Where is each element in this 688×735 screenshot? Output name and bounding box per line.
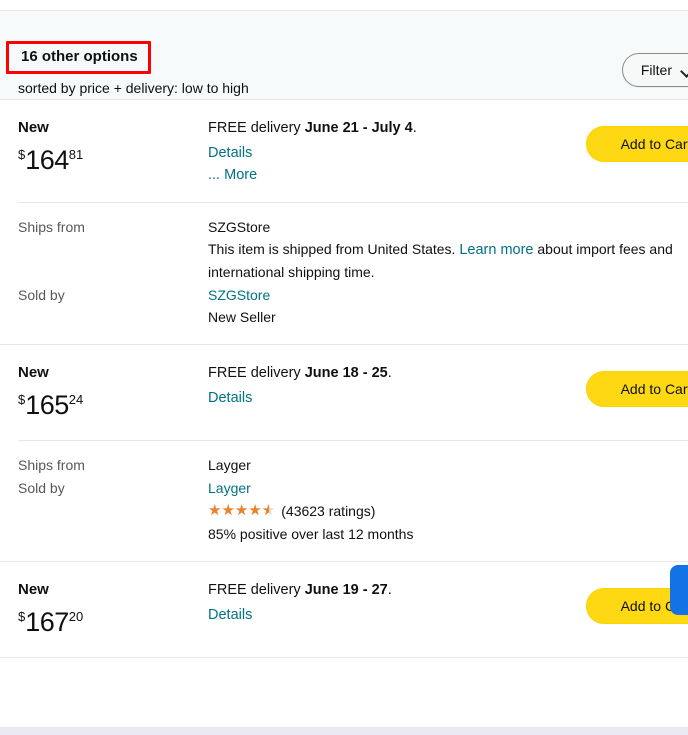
delivery-prefix: FREE delivery — [208, 582, 305, 598]
add-to-cart-container: Add to Cart — [586, 126, 688, 162]
offers-header-inner: 16 other options sorted by price + deliv… — [0, 11, 688, 99]
condition-label: New — [18, 119, 49, 136]
offer-seller-details: Ships from Layger Sold by Layger ★★★★★ ★… — [18, 440, 688, 561]
sold-by-label: Sold by — [18, 287, 65, 303]
delivery-details-link[interactable]: Details — [208, 145, 252, 161]
add-to-cart-button[interactable]: Add to Cart — [586, 126, 688, 162]
offers-listing-page: 16 other options sorted by price + deliv… — [0, 0, 688, 735]
chevron-down-icon — [682, 67, 688, 74]
price-fraction: 81 — [68, 147, 84, 162]
delivery-details-link[interactable]: Details — [208, 607, 252, 623]
seller-name-link[interactable]: SZGStore — [208, 285, 270, 306]
seller-rating-row[interactable]: ★★★★★ ★★★★★ (43623 ratings) — [208, 501, 676, 521]
ships-from-label: Ships from — [18, 219, 85, 235]
delivery-suffix: . — [412, 120, 417, 136]
sort-description: sorted by price + delivery: low to high — [18, 80, 249, 96]
seller-name-link[interactable]: Layger — [208, 478, 251, 499]
price-whole: 164 — [25, 145, 69, 175]
condition-label: New — [18, 364, 49, 381]
delivery-more-link[interactable]: ... More — [208, 167, 257, 183]
ships-from-row: Ships from SZGStore This item is shipped… — [18, 217, 688, 283]
offer-price-column: New $16481 — [0, 118, 208, 179]
offer-summary: New $16720 FREE delivery June 19 - 27. D… — [0, 562, 688, 657]
bottom-edge-strip — [0, 727, 688, 735]
floating-blue-action-chip[interactable] — [670, 565, 688, 615]
filter-button-label: Filter — [640, 62, 672, 78]
offer-price-column: New $16720 — [0, 580, 208, 641]
sold-by-row: Sold by SZGStore New Seller — [18, 285, 688, 328]
star-rating-icon: ★★★★★ ★★★★★ — [208, 502, 276, 519]
ships-from-value: Layger — [208, 457, 251, 473]
price-fraction: 24 — [68, 392, 84, 407]
delivery-prefix: FREE delivery — [208, 120, 305, 136]
delivery-dates: June 18 - 25 — [304, 365, 388, 381]
other-options-highlight-box: 16 other options — [6, 41, 151, 74]
offer-price: $16481 — [18, 141, 208, 179]
sold-by-label: Sold by — [18, 480, 65, 496]
sold-by-value-group: SZGStore New Seller — [208, 285, 688, 328]
offer-price-column: New $16524 — [0, 363, 208, 424]
delivery-prefix: FREE delivery — [208, 365, 305, 381]
import-text-before: This item is shipped from United States. — [208, 241, 460, 257]
page-title: 16 other options — [21, 48, 138, 65]
offer-row: New $16481 FREE delivery June 21 - July … — [0, 100, 688, 345]
offer-summary: New $16524 FREE delivery June 18 - 25. D… — [0, 345, 688, 440]
offer-row: New $16720 FREE delivery June 19 - 27. D… — [0, 562, 688, 658]
ships-from-label: Ships from — [18, 457, 85, 473]
delivery-dates: June 21 - July 4 — [304, 120, 413, 136]
rating-count: (43623 ratings) — [281, 503, 376, 519]
add-to-cart-button[interactable]: Add to Cart — [586, 371, 688, 407]
import-info-text: This item is shipped from United States.… — [208, 238, 676, 283]
delivery-suffix: . — [387, 365, 392, 381]
positive-feedback: 85% positive over last 12 months — [208, 526, 414, 542]
offer-row: New $16524 FREE delivery June 18 - 25. D… — [0, 345, 688, 562]
ships-from-value: SZGStore — [208, 219, 271, 235]
price-fraction: 20 — [68, 609, 84, 624]
ships-from-value-group: SZGStore This item is shipped from Unite… — [208, 217, 688, 283]
sold-by-value-group: Layger ★★★★★ ★★★★★ (43623 ratings) 85% p… — [208, 478, 688, 545]
delivery-suffix: . — [387, 582, 392, 598]
price-whole: 165 — [25, 390, 69, 420]
import-learn-more-link[interactable]: Learn more — [459, 242, 533, 258]
offers-header: 16 other options sorted by price + deliv… — [0, 10, 688, 100]
filter-button[interactable]: Filter — [621, 53, 688, 87]
delivery-more-row: ... More — [208, 164, 678, 186]
delivery-details-link[interactable]: Details — [208, 390, 252, 406]
sold-by-row: Sold by Layger ★★★★★ ★★★★★ (43623 rating… — [18, 478, 688, 545]
offer-price: $16524 — [18, 386, 208, 424]
seller-status: New Seller — [208, 309, 276, 325]
offer-price: $16720 — [18, 603, 208, 641]
offer-seller-details: Ships from SZGStore This item is shipped… — [18, 202, 688, 344]
top-spacer — [0, 0, 688, 10]
condition-label: New — [18, 581, 49, 598]
delivery-dates: June 19 - 27 — [304, 582, 388, 598]
ships-from-row: Ships from Layger — [18, 455, 688, 476]
add-to-cart-container: Add to Cart — [586, 371, 688, 407]
price-whole: 167 — [25, 607, 69, 637]
offer-summary: New $16481 FREE delivery June 21 - July … — [0, 100, 688, 202]
